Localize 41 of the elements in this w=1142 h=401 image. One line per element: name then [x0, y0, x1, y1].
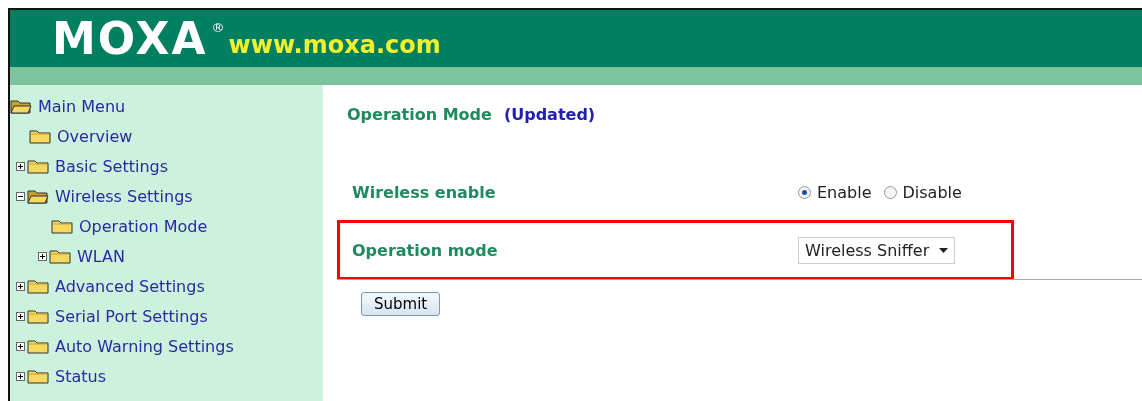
- folder-icon: [27, 338, 49, 354]
- radio-button[interactable]: [798, 185, 811, 199]
- field-label: Wireless enable: [351, 182, 497, 202]
- mode-dropdown[interactable]: Wireless Sniffer: [798, 236, 956, 264]
- menu-item[interactable]: Wireless Settings: [55, 186, 193, 206]
- menu-item[interactable]: Overview: [57, 126, 133, 146]
- expand-icon[interactable]: [16, 281, 25, 291]
- menu-item[interactable]: Advanced Settings: [55, 276, 205, 296]
- menu-item[interactable]: Basic Settings: [55, 156, 169, 176]
- option-label: Disable: [902, 182, 962, 202]
- caret-icon: [939, 247, 949, 253]
- folder-icon: [27, 278, 49, 294]
- open-folder-icon: [10, 98, 32, 114]
- field-label: Operation mode: [351, 240, 499, 260]
- collapse-icon[interactable]: [16, 191, 25, 201]
- page-title: Operation Mode: [347, 105, 492, 124]
- folder-icon: [27, 308, 49, 324]
- expand-icon[interactable]: [38, 251, 47, 261]
- radio-button[interactable]: [883, 185, 897, 199]
- menu-item[interactable]: Auto Warning Settings: [55, 336, 234, 356]
- menu-item[interactable]: Status: [55, 366, 106, 386]
- open-folder-icon: [27, 188, 49, 204]
- folder-icon: [27, 368, 49, 384]
- status-note: (Updated): [503, 105, 596, 124]
- menu-item[interactable]: Serial Port Settings: [55, 306, 208, 326]
- submit-button[interactable]: Submit: [361, 292, 441, 316]
- menu-item[interactable]: Main Menu: [38, 96, 126, 116]
- expand-icon[interactable]: [16, 311, 25, 321]
- expand-icon[interactable]: [16, 341, 25, 351]
- folder-icon: [51, 218, 73, 234]
- option-label: Enable: [817, 182, 872, 202]
- expand-icon[interactable]: [16, 371, 25, 381]
- expand-icon[interactable]: [16, 161, 25, 171]
- folder-icon: [27, 158, 49, 174]
- registered-mark: ®: [211, 20, 225, 35]
- menu-item[interactable]: WLAN: [77, 246, 125, 266]
- folder-icon: [29, 128, 51, 144]
- menu-item[interactable]: Operation Mode: [79, 216, 208, 236]
- folder-icon: [49, 248, 71, 264]
- logo-text: MOXA: [52, 16, 208, 61]
- website-url: www.moxa.com: [228, 30, 441, 59]
